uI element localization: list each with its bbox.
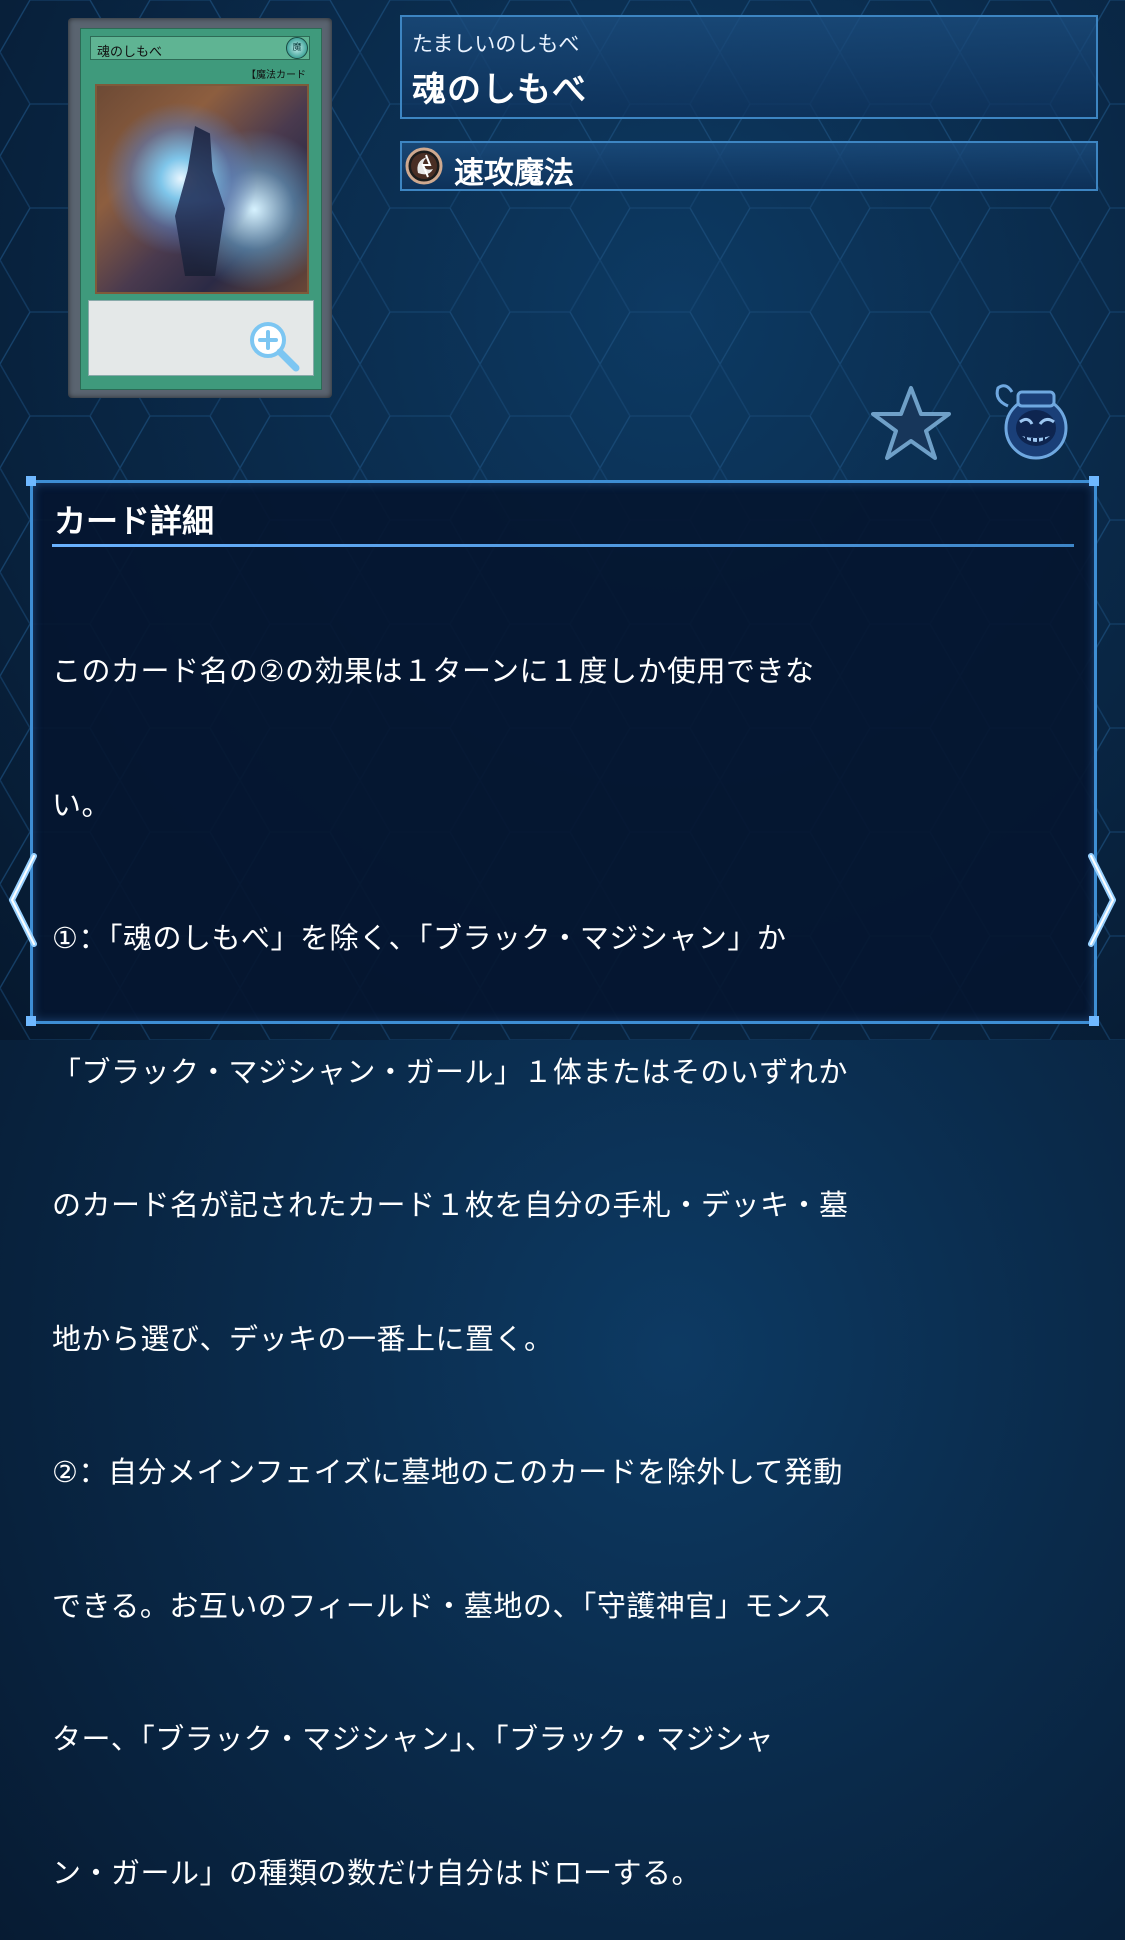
panel-corner <box>26 1016 36 1026</box>
card-type-label: 速攻魔法 <box>454 156 574 191</box>
effect-line: できる。お互いのフィールド・墓地の、「守護神官」モンス <box>52 1588 833 1623</box>
effect-line: このカード名の②の効果は１ターンに１度しか使用できな <box>52 654 815 688</box>
panel-corner <box>1089 476 1099 486</box>
card-attribute-icon: 魔 <box>286 37 308 59</box>
card-effect-text: このカード名の②の効果は１ターンに１度しか使用できな い。 ①：「魂のしもべ」を… <box>52 560 1076 1940</box>
card-artwork <box>95 84 309 294</box>
magician-figure <box>175 126 225 276</box>
card-image-type: 【魔法カード <box>246 70 306 81</box>
effect-line: のカード名が記されたカード１枚を自分の手札・デッキ・墓 <box>52 1188 849 1222</box>
effect-line: ②：自分メインフェイズに墓地のこのカードを除外して発動 <box>52 1455 843 1489</box>
card-name: 魂のしもべ <box>412 70 587 110</box>
zoom-in-icon[interactable] <box>246 318 302 374</box>
chevron-left-icon[interactable] <box>2 850 42 950</box>
effect-line: 「ブラック・マジシャン・ガール」１体またはそのいずれか <box>52 1054 848 1089</box>
detail-title: カード詳細 <box>54 502 215 540</box>
panel-corner <box>26 476 36 486</box>
star-icon[interactable] <box>870 384 952 462</box>
effect-line: ①：「魂のしもべ」を除く、「ブラック・マジシャン」か <box>52 921 787 955</box>
chevron-right-icon[interactable] <box>1083 850 1123 950</box>
effect-line: い。 <box>52 787 112 822</box>
card-image-name: 魂のしもべ <box>90 36 310 60</box>
card-name-reading: たましいのしもべ <box>412 32 580 56</box>
detail-divider <box>52 544 1074 547</box>
panel-corner <box>1089 1016 1099 1026</box>
effect-line: ター、「ブラック・マジシャン」、「ブラック・マジシャ <box>52 1722 775 1756</box>
quick-play-spell-icon <box>405 147 443 185</box>
effect-line: 地から選び、デッキの一番上に置く。 <box>52 1321 554 1356</box>
effect-line: ン・ガール」の種類の数だけ自分はドローする。 <box>52 1855 702 1890</box>
pot-of-greed-icon[interactable] <box>990 378 1074 464</box>
